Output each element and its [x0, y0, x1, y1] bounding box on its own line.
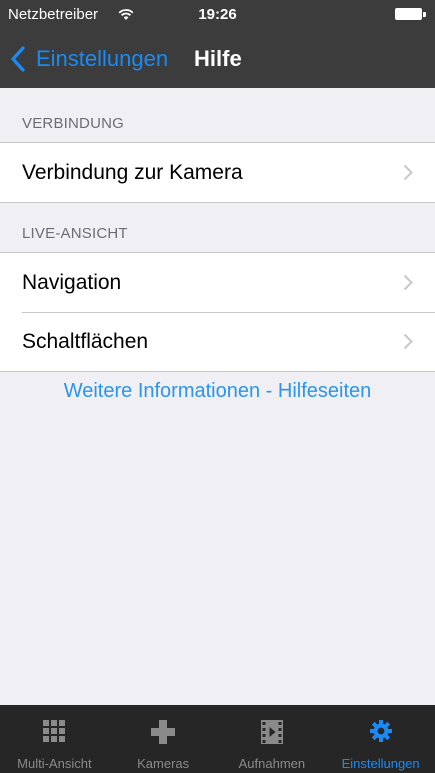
row-verbindung-zur-kamera[interactable]: Verbindung zur Kamera: [0, 143, 435, 202]
tab-kameras[interactable]: Kameras: [109, 705, 218, 773]
chevron-right-icon: [403, 164, 413, 181]
tab-label: Kameras: [137, 756, 190, 771]
film-icon: [260, 720, 283, 744]
plus-icon: [151, 720, 176, 744]
chevron-right-icon: [403, 333, 413, 350]
tab-aufnahmen[interactable]: Aufnahmen: [218, 705, 327, 773]
section-header-live-ansicht: LIVE-ANSICHT: [22, 225, 128, 242]
page-title: Hilfe: [194, 46, 242, 71]
tab-bar: Multi-Ansicht Kameras Aufnahmen Einstell…: [0, 705, 435, 773]
navigation-bar: Einstellungen Hilfe: [0, 34, 435, 84]
tab-einstellungen[interactable]: Einstellungen: [326, 705, 435, 773]
tab-multi-ansicht[interactable]: Multi-Ansicht: [0, 705, 109, 773]
grid-icon: [43, 720, 66, 742]
status-bar: Netzbetreiber 19:26: [0, 0, 435, 30]
row-label: Schaltflächen: [22, 330, 149, 353]
row-label: Verbindung zur Kamera: [22, 161, 243, 184]
back-button[interactable]: Einstellungen: [10, 43, 168, 75]
top-bar: Netzbetreiber 19:26 Einstellungen Hilfe: [0, 0, 435, 88]
gear-icon: [369, 720, 392, 742]
tab-label: Einstellungen: [341, 756, 420, 771]
section-live-ansicht: Navigation Schaltflächen: [0, 252, 435, 372]
tab-label: Multi-Ansicht: [17, 756, 92, 771]
clock: 19:26: [198, 6, 237, 23]
chevron-right-icon: [403, 274, 413, 291]
section-verbindung: Verbindung zur Kamera: [0, 142, 435, 203]
battery-icon: [395, 8, 427, 22]
back-button-label: Einstellungen: [36, 46, 169, 71]
row-navigation[interactable]: Navigation: [0, 253, 435, 312]
row-schaltflaechen[interactable]: Schaltflächen: [0, 312, 435, 371]
section-header-verbindung: VERBINDUNG: [22, 115, 125, 132]
chevron-left-icon: [11, 46, 25, 72]
tab-label: Aufnahmen: [238, 756, 306, 771]
help-pages-link[interactable]: Weitere Informationen - Hilfeseiten: [0, 380, 435, 403]
row-label: Navigation: [22, 271, 122, 294]
